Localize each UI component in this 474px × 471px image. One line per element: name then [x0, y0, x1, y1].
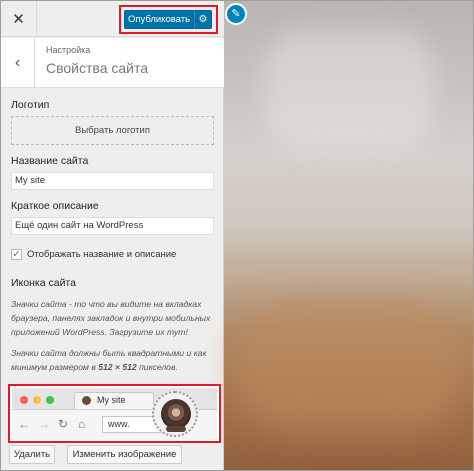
site-icon-label: Иконка сайта — [11, 277, 76, 289]
site-icon-size-note: Значки сайта должны быть квадратными и к… — [11, 346, 219, 374]
section-title: Свойства сайта — [46, 60, 149, 76]
tagline-input[interactable]: Ещё один сайт на WordPress — [11, 217, 214, 235]
section-header: ‹ Настройка Свойства сайта — [1, 38, 224, 88]
display-title-label: Отображать название и описание — [27, 249, 177, 260]
site-name-label: Название сайта — [11, 155, 89, 167]
customizer-header: ✕ Опубликовать ⚙ — [1, 1, 224, 37]
select-logo-button[interactable]: Выбрать логотип — [11, 116, 214, 145]
browser-tab-title: My site — [97, 395, 126, 405]
size-note-size: 512 × 512 — [98, 362, 137, 372]
home-icon: ⌂ — [78, 417, 86, 431]
gear-icon[interactable]: ⚙ — [194, 10, 212, 29]
publish-highlight: Опубликовать ⚙ — [119, 5, 218, 34]
customizer-sidebar: ✕ Опубликовать ⚙ ‹ Настройка Свойства са… — [1, 1, 224, 470]
back-arrow-icon: ← — [18, 417, 30, 431]
publish-button[interactable]: Опубликовать — [124, 10, 194, 29]
site-preview — [224, 1, 473, 470]
site-name-input[interactable]: My site — [11, 172, 214, 190]
background-blur-wood — [234, 301, 464, 431]
favicon-icon — [82, 396, 91, 405]
site-icon-description: Значки сайта - то что вы видите на вклад… — [11, 299, 211, 337]
breadcrumb: Настройка — [46, 45, 91, 55]
size-note-suffix: пикселов. — [136, 362, 178, 372]
window-minimize-dot — [33, 396, 41, 404]
logo-label: Логотип — [11, 99, 50, 111]
window-close-dot — [20, 396, 28, 404]
customizer-window: ✕ Опубликовать ⚙ ‹ Настройка Свойства са… — [0, 0, 474, 471]
browser-tab: My site — [74, 392, 154, 409]
forward-arrow-icon: → — [38, 417, 50, 431]
webcam-base — [166, 426, 186, 432]
webcam-icon — [161, 399, 191, 429]
display-title-checkbox[interactable]: ✓ — [11, 249, 22, 260]
site-icon-image — [152, 391, 198, 437]
tagline-label: Краткое описание — [11, 200, 99, 212]
pencil-edit-icon[interactable]: ✎ — [225, 3, 247, 25]
background-blur-light — [264, 31, 434, 151]
browser-preview: My site ← → ↻ ⌂ www. — [12, 388, 217, 440]
reload-icon: ↻ — [58, 417, 69, 431]
back-chevron-icon[interactable]: ‹ — [1, 38, 35, 88]
change-image-button[interactable]: Изменить изображение — [67, 445, 182, 464]
window-maximize-dot — [46, 396, 54, 404]
remove-icon-button[interactable]: Удалить — [9, 445, 55, 464]
close-icon[interactable]: ✕ — [1, 1, 37, 37]
site-icon-preview-highlight: My site ← → ↻ ⌂ www. — [8, 384, 221, 443]
